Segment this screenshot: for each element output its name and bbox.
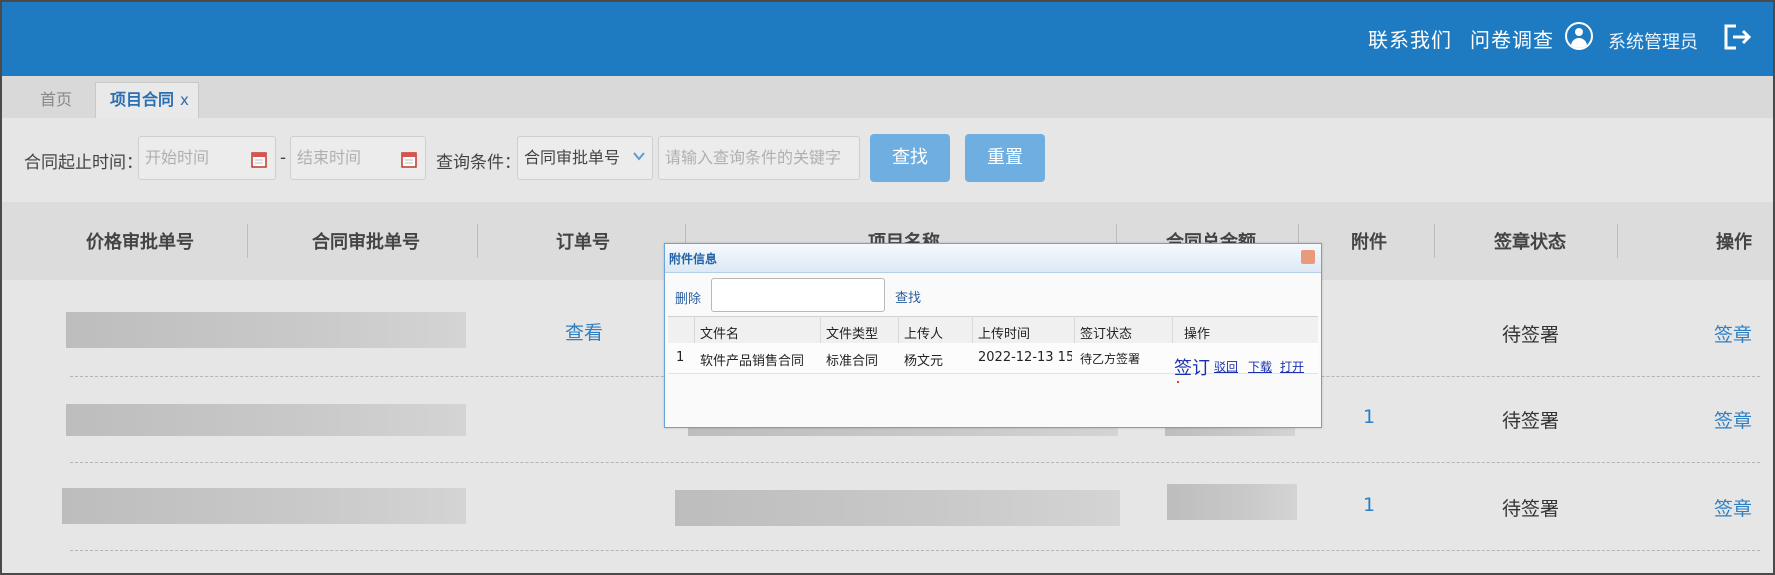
sign-contract-link[interactable]: 签订 [1174,354,1210,380]
file-type-cell: 标准合同 [826,354,879,369]
tab-project-contract[interactable]: 项目合同 x [95,82,199,118]
keyword-placeholder: 请输入查询条件的关键字 [665,148,842,167]
calendar-icon[interactable] [251,150,267,168]
app-window: 联系我们 问卷调查 系统管理员 首页 项目合同 x 合同起止时间： 开始时间 - … [0,0,1775,575]
query-condition-select[interactable]: 合同审批单号 [517,136,653,180]
reject-link[interactable]: 驳回 [1214,358,1238,375]
end-date-placeholder: 结束时间 [297,148,362,167]
query-condition-label: 查询条件： [436,153,521,173]
close-icon[interactable] [1301,250,1315,264]
keyword-input[interactable]: 请输入查询条件的关键字 [658,136,860,180]
tab-home[interactable]: 首页 [22,84,90,118]
attachment-search-input[interactable] [711,278,885,312]
end-date-input[interactable]: 结束时间 [290,136,426,180]
grid-column-header: 签订状态 [1080,327,1133,342]
tab-close-icon[interactable]: x [180,91,189,109]
grid-header: 文件名 文件类型 上传人 上传时间 签订状态 操作 [668,316,1318,344]
column-header: 价格审批单号 [86,232,194,253]
redacted-cell [1167,484,1297,520]
download-link[interactable]: 下载 [1248,358,1272,375]
grid-column-header: 操作 [1184,327,1211,342]
column-header: 签章状态 [1494,232,1566,253]
date-range-label: 合同起止时间： [24,153,143,173]
redacted-cell [675,490,1120,526]
user-avatar-icon[interactable] [1565,22,1593,50]
attachment-search-button[interactable]: 查找 [895,287,921,306]
start-date-input[interactable]: 开始时间 [138,136,276,180]
delete-button[interactable]: 删除 [675,288,701,307]
column-header: 附件 [1351,232,1387,253]
filter-bar: 合同起止时间： 开始时间 - 结束时间 查询条件： 合同审批单号 请输入查询条件… [2,120,1773,200]
row-index: 1 [676,350,685,365]
grid-column-header: 文件名 [700,327,740,342]
open-link[interactable]: 打开 [1280,358,1304,375]
top-header: 联系我们 问卷调查 系统管理员 [2,2,1773,76]
grid-column-header: 文件类型 [826,327,879,342]
calendar-icon[interactable] [401,150,417,168]
redacted-cell [66,312,466,348]
attachment-count-link[interactable]: 1 [1363,494,1375,516]
redacted-cell [62,488,466,524]
logout-icon[interactable] [1722,22,1752,52]
chevron-down-icon [633,152,645,161]
column-header: 操作 [1716,232,1752,253]
required-marker [1177,381,1179,383]
status-cell: 待签署 [1502,498,1560,520]
file-name-cell: 软件产品销售合同 [700,354,805,369]
attachment-count-link[interactable]: 1 [1363,406,1375,428]
sign-status-cell: 待乙方签署 [1080,352,1141,366]
view-order-link[interactable]: 查看 [565,318,603,345]
survey-link[interactable]: 问卷调查 [1470,24,1554,53]
sign-action-link[interactable]: 签章 [1714,494,1752,521]
contact-us-link[interactable]: 联系我们 [1368,24,1452,53]
dialog-header: 附件信息 [665,244,1321,273]
dialog-title: 附件信息 [669,252,718,266]
status-cell: 待签署 [1502,410,1560,432]
column-header: 订单号 [556,232,610,253]
upload-time-cell: 2022-12-13 15: [978,350,1072,365]
search-button[interactable]: 查找 [870,134,950,182]
start-date-placeholder: 开始时间 [145,148,210,167]
table-row: 1 待签署 签章 [2,462,1773,550]
user-name[interactable]: 系统管理员 [1608,28,1698,54]
grid-column-header: 上传人 [904,327,944,342]
reset-button[interactable]: 重置 [965,134,1045,182]
tab-bar: 首页 项目合同 x [2,76,1773,118]
redacted-cell [66,404,466,436]
sign-action-link[interactable]: 签章 [1714,320,1752,347]
status-cell: 待签署 [1502,324,1560,346]
grid-column-header: 上传时间 [978,327,1031,342]
uploader-cell: 杨文元 [904,354,944,369]
attachment-dialog: 附件信息 删除 查找 文件名 文件类型 上传人 上传时间 签订状态 操作 1 软… [664,243,1322,428]
query-selected-value: 合同审批单号 [524,148,621,167]
column-header: 合同审批单号 [312,232,420,253]
tab-label: 项目合同 [110,90,175,109]
date-separator: - [280,148,287,168]
sign-action-link[interactable]: 签章 [1714,406,1752,433]
